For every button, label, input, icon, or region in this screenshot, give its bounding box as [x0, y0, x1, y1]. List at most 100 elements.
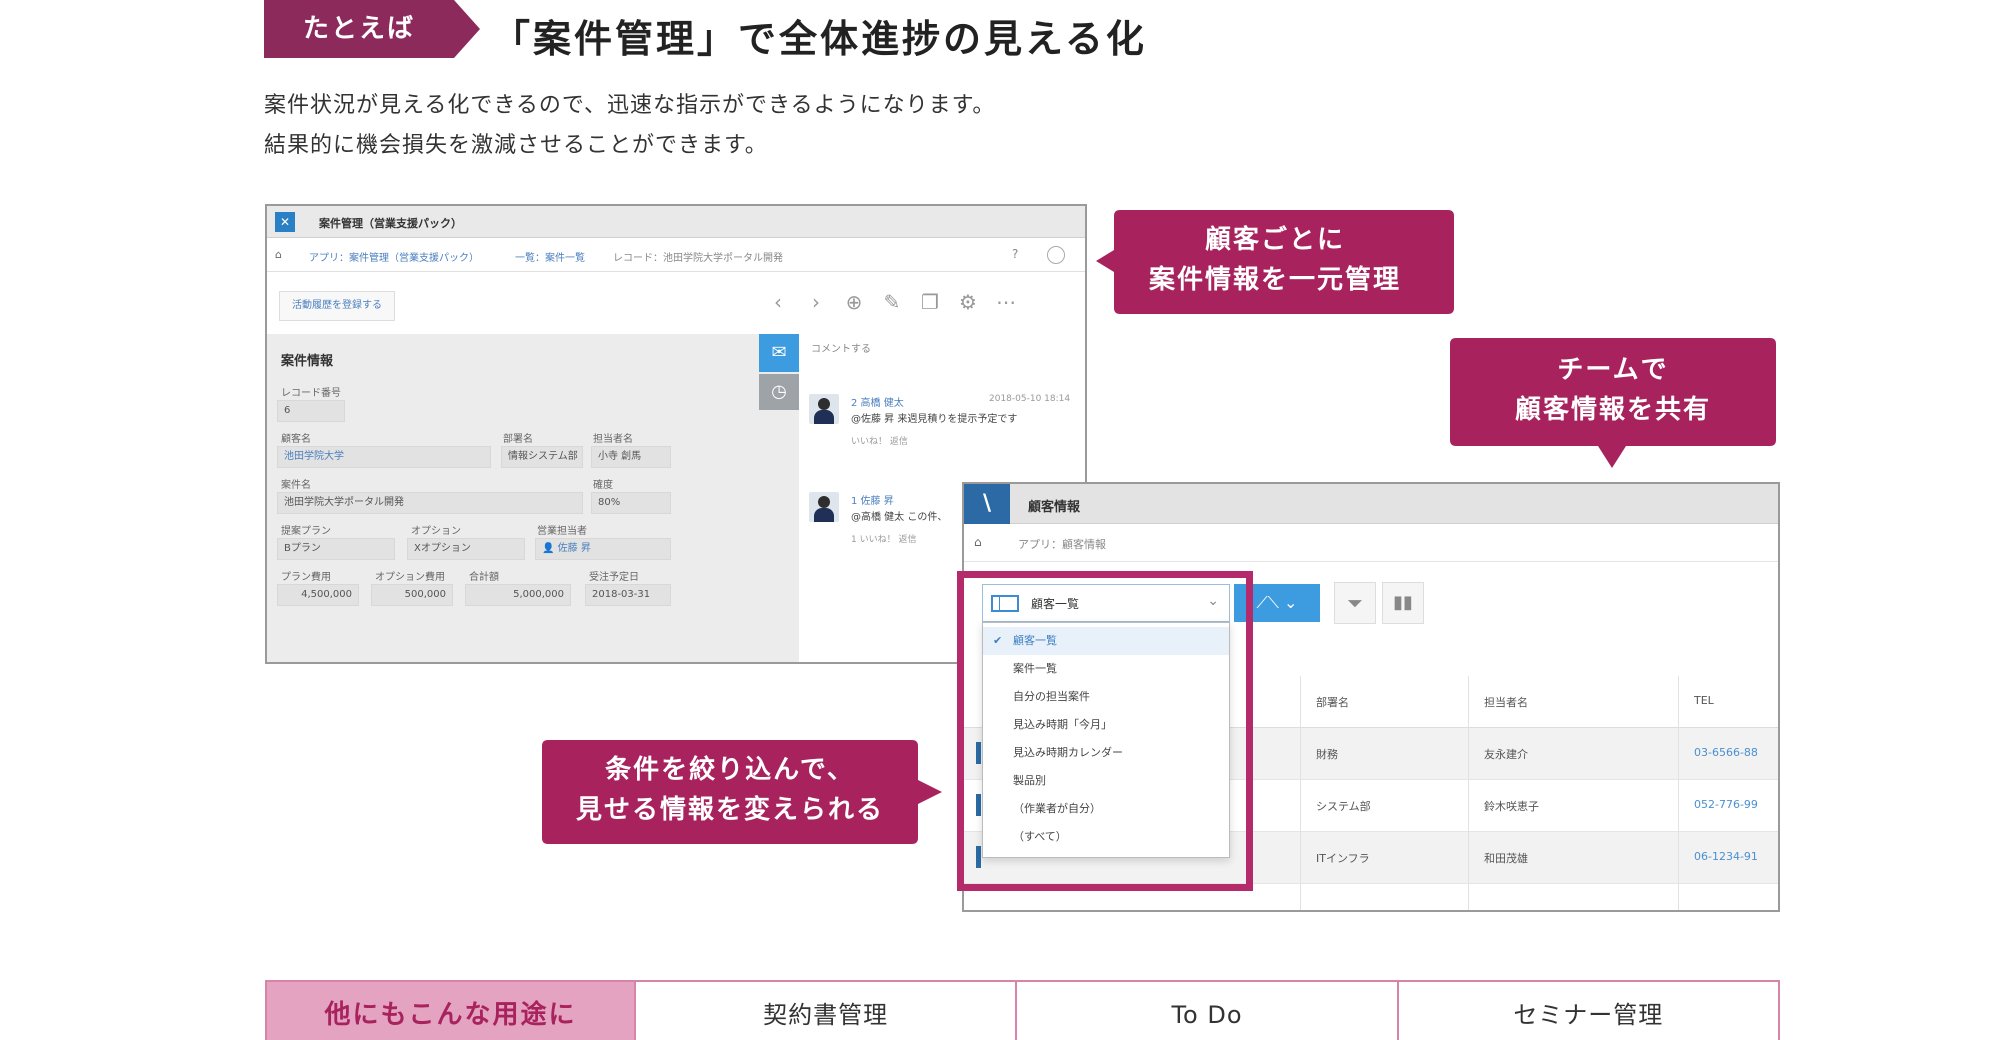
more-icon[interactable]: ⋯ [995, 288, 1017, 316]
column-header-person[interactable]: 担当者名 [1484, 694, 1528, 710]
record-tools: ‹ › ⊕ ✎ ❐ ⚙ ⋯ [767, 288, 1017, 316]
tag-label: たとえば [302, 14, 415, 44]
comment-author[interactable]: 2 高橋 健太 [851, 394, 904, 409]
dept-label: 部署名 [503, 434, 533, 445]
comment-date: 2018-05-10 18:14 [989, 394, 1071, 404]
order-date-label: 受注予定日 [589, 572, 639, 583]
app-icon: \ [964, 484, 1010, 524]
breadcrumb-view[interactable]: 一覧：案件一覧 [515, 249, 585, 264]
option-fee-label: オプション費用 [375, 572, 445, 583]
cell-tel[interactable]: 06-1234-91 [1694, 850, 1758, 863]
chart-button[interactable]: ▮▮ [1382, 582, 1424, 624]
comment-like[interactable]: いいね！ 返信 [851, 434, 908, 447]
intro-line-2: 結果的に機会損失を激減させることができます。 [264, 133, 768, 158]
prev-record-icon[interactable]: ‹ [767, 288, 789, 316]
cell-tel[interactable]: 03-6566-88 [1694, 746, 1758, 759]
side-panel-tabs: ✉ ◷ [759, 334, 799, 662]
comment-body: @高橋 健太 この件、 [851, 512, 948, 523]
home-icon[interactable]: ⌂ [974, 535, 982, 549]
other-uses-bar: 他にもこんな用途に 契約書管理 To Do セミナー管理 [265, 980, 1780, 1040]
deal-label: 案件名 [281, 480, 311, 491]
line-chart-icon: ⟋⟍ ⌄ [1256, 593, 1298, 612]
cell-person: 友永建介 [1484, 748, 1528, 761]
customer-value[interactable]: 池田学院大学 [277, 446, 491, 468]
record-form: 案件情報 レコード番号 6 顧客名 池田学院大学 部署名 情報システム部 担当者… [267, 334, 759, 662]
cell-person: 和田茂雄 [1484, 852, 1528, 865]
dept-value: 情報システム部 [501, 446, 583, 468]
callout-line-2: 顧客情報を共有 [1514, 395, 1711, 425]
use-seminar-management[interactable]: セミナー管理 [1396, 982, 1778, 1040]
comment-author[interactable]: 1 佐藤 昇 [851, 492, 894, 507]
plan-value: Bプラン [277, 538, 395, 560]
intro-line-1: 案件状況が見える化できるので、迅速な指示ができるようになります。 [264, 93, 996, 118]
comment-bubble-icon[interactable]: ✉ [759, 334, 799, 372]
accuracy-label: 確度 [593, 480, 613, 491]
cell-dept: システム部 [1316, 800, 1371, 813]
bar-chart-icon: ▮▮ [1393, 592, 1413, 613]
app-icon: ✕ [275, 212, 295, 232]
filter-icon: ⏷ [1347, 591, 1363, 615]
avatar [809, 394, 839, 424]
app-titlebar: ✕ 案件管理（営業支援パック） [267, 206, 1085, 238]
callout-line-2: 見せる情報を変えられる [575, 795, 884, 825]
callout-share: チームで 顧客情報を共有 [1446, 336, 1780, 474]
record-toolbar: 活動履歴を登録する ‹ › ⊕ ✎ ❐ ⚙ ⋯ [267, 272, 1085, 334]
gear-icon[interactable]: ⚙ [957, 288, 979, 316]
owner-value[interactable]: 👤 佐藤 昇 [535, 538, 671, 560]
comment-input[interactable]: コメントする [811, 340, 871, 355]
header-tag: たとえば [264, 0, 480, 58]
owner-user-icon: 👤 [542, 543, 558, 554]
record-no-value: 6 [277, 400, 345, 422]
breadcrumb: ⌂ アプリ：案件管理（営業支援パック） 一覧：案件一覧 レコード：池田学院大学ポ… [267, 238, 1085, 272]
column-header-tel[interactable]: TEL [1694, 694, 1714, 707]
edit-icon[interactable]: ✎ [881, 288, 903, 316]
accuracy-value: 80% [591, 492, 671, 514]
callout-filter: 条件を絞り込んで、 見せる情報を変えられる [538, 736, 950, 850]
owner-name: 佐藤 昇 [557, 543, 591, 554]
intro-text: 案件状況が見える化できるので、迅速な指示ができるようになります。 結果的に機会損… [264, 86, 995, 166]
use-contract-management[interactable]: 契約書管理 [634, 982, 1015, 1040]
callout-line-1: 条件を絞り込んで、 [605, 755, 855, 785]
use-todo[interactable]: To Do [1015, 982, 1396, 1040]
total-value: 5,000,000 [465, 584, 571, 606]
home-icon[interactable]: ⌂ [275, 248, 282, 261]
person-label: 担当者名 [593, 434, 633, 445]
cell-dept: 財務 [1316, 748, 1338, 761]
section-title: 案件情報 [281, 354, 334, 369]
page-title: 「案件管理」で全体進捗の見える化 [492, 17, 1147, 61]
breadcrumb-app[interactable]: アプリ：顧客情報 [1018, 536, 1106, 552]
callout-line-1: チームで [1557, 355, 1669, 385]
column-divider [1300, 676, 1301, 910]
help-icon[interactable]: ? [1012, 247, 1018, 261]
callout-centralize: 顧客ごとに 案件情報を一元管理 [1092, 206, 1458, 318]
app-title: 案件管理（営業支援パック） [319, 217, 462, 230]
avatar [809, 492, 839, 522]
next-record-icon[interactable]: › [805, 288, 827, 316]
dropdown-highlight-frame [957, 571, 1253, 891]
plan-fee-value: 4,500,000 [277, 584, 359, 606]
copy-icon[interactable]: ❐ [919, 288, 941, 316]
callout-line-2: 案件情報を一元管理 [1148, 265, 1401, 295]
breadcrumb-app[interactable]: アプリ：案件管理（営業支援パック） [309, 249, 479, 264]
breadcrumb: ⌂ アプリ：顧客情報 [964, 524, 1778, 562]
add-icon[interactable]: ⊕ [843, 288, 865, 316]
option-value: Xオプション [407, 538, 525, 560]
record-no-label: レコード番号 [281, 388, 341, 399]
breadcrumb-record: レコード：池田学院大学ポータル開発 [613, 253, 783, 264]
app-title: 顧客情報 [1028, 500, 1081, 515]
register-history-button[interactable]: 活動履歴を登録する [279, 291, 395, 321]
total-label: 合計額 [469, 572, 499, 583]
plan-fee-label: プラン費用 [281, 572, 331, 583]
column-divider [1678, 676, 1679, 910]
comment-like[interactable]: 1 いいね！ 返信 [851, 532, 916, 545]
person-value: 小寺 創馬 [591, 446, 671, 468]
column-header-dept[interactable]: 部署名 [1316, 694, 1349, 710]
filter-button[interactable]: ⏷ [1334, 582, 1376, 624]
history-clock-icon[interactable]: ◷ [759, 374, 799, 410]
plan-label: 提案プラン [281, 526, 331, 537]
owner-label: 営業担当者 [537, 526, 587, 537]
other-uses-title: 他にもこんな用途に [267, 982, 634, 1040]
deal-value: 池田学院大学ポータル開発 [277, 492, 583, 514]
cell-tel[interactable]: 052-776-99 [1694, 798, 1758, 811]
user-icon[interactable] [1047, 246, 1065, 264]
